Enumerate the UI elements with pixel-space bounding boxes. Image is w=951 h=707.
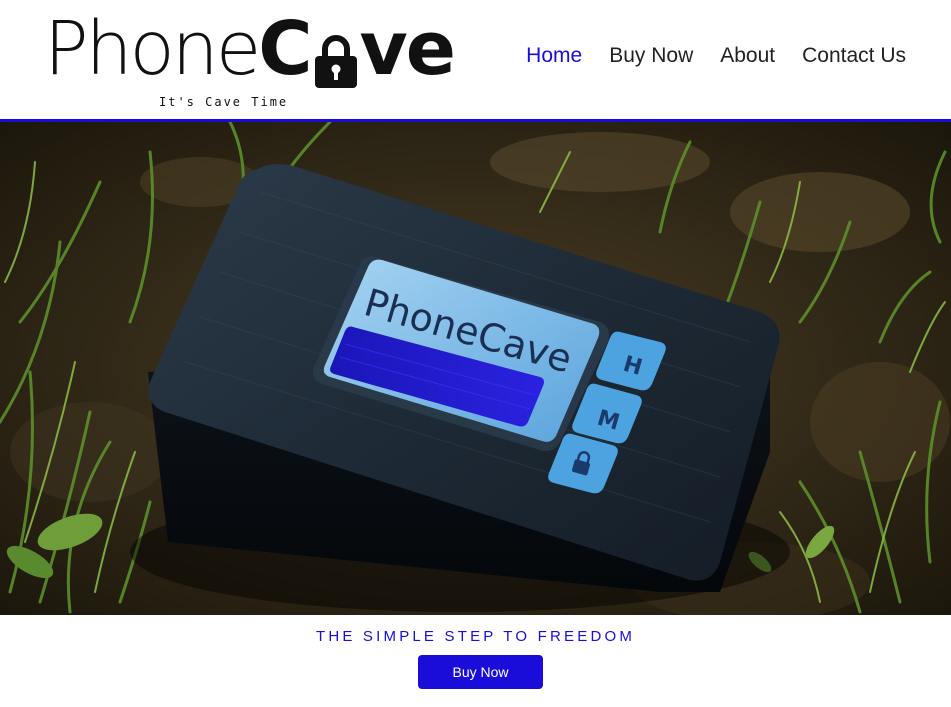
logo-text-phone: Phone (44, 6, 261, 92)
nav-home[interactable]: Home (526, 44, 582, 68)
cta-headline: THE SIMPLE STEP TO FREEDOM (315, 628, 636, 645)
site-header: Phone C ve It's Cave Time Home Buy Now A… (0, 0, 951, 119)
main-nav: Home Buy Now About Contact Us (526, 44, 906, 68)
hero-image: PhoneCave H M (0, 122, 951, 615)
nav-contact-us[interactable]: Contact Us (802, 44, 906, 68)
buy-now-button[interactable]: Buy Now (418, 655, 543, 689)
nav-about[interactable]: About (720, 44, 775, 68)
logo-text-c: C (258, 6, 312, 92)
padlock-icon (313, 26, 359, 88)
nav-buy-now[interactable]: Buy Now (609, 44, 693, 68)
hero-photo-illustration: PhoneCave H M (0, 122, 951, 615)
logo-text-ve: ve (359, 6, 456, 92)
logo-tagline: It's Cave Time (159, 95, 289, 109)
site-logo[interactable]: Phone C ve (44, 6, 456, 92)
logo-wordmark: Phone C ve (44, 6, 456, 92)
